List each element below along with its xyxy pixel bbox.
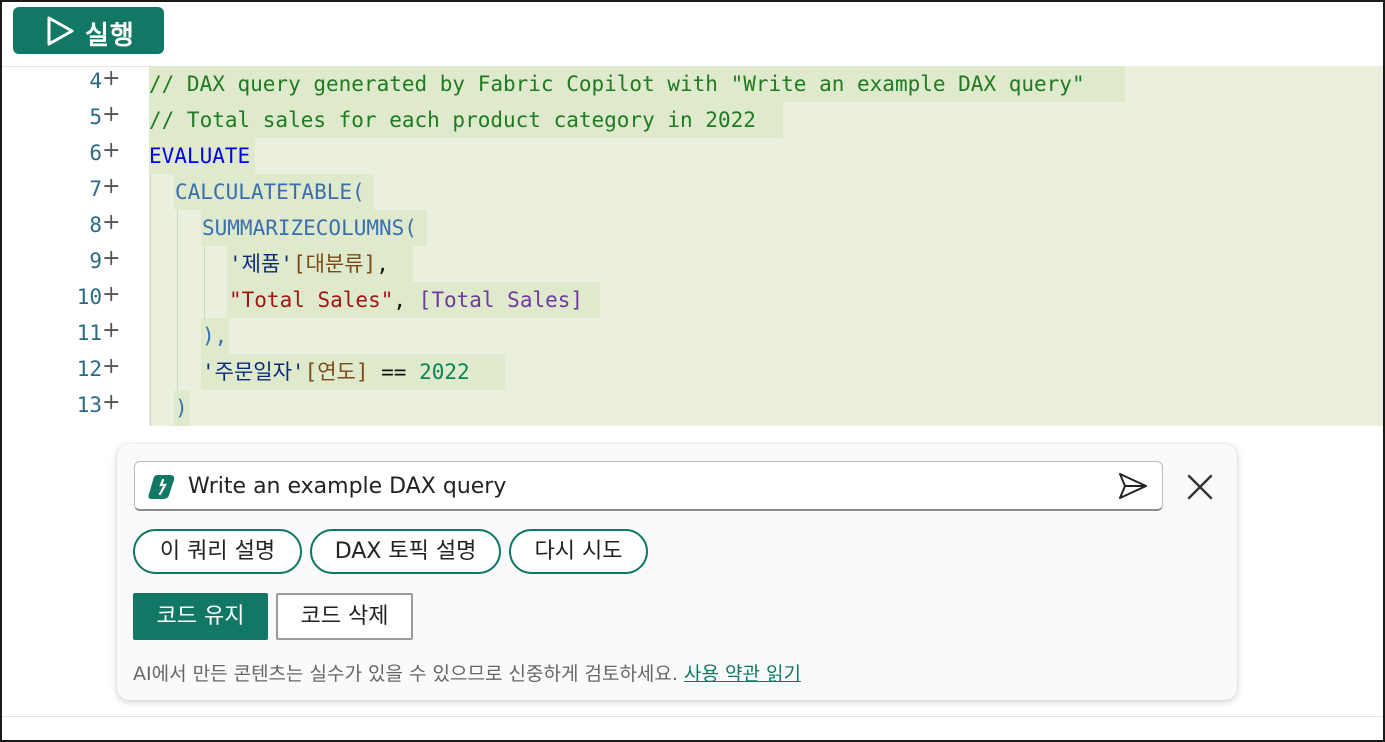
copilot-panel: Write an example DAX query 이 쿼리 설명 DAX 토… <box>117 444 1237 700</box>
chip-explain-dax-topic[interactable]: DAX 토픽 설명 <box>310 529 501 574</box>
code-paren: ) <box>175 396 188 420</box>
line-number: 8 <box>89 213 102 237</box>
code-line: 10 + "Total Sales", [Total Sales] <box>2 282 1383 318</box>
line-number: 11 <box>76 321 102 345</box>
plus-icon: + <box>102 246 121 271</box>
line-number: 9 <box>89 249 102 273</box>
plus-icon: + <box>102 354 121 379</box>
plus-icon: + <box>102 102 121 127</box>
line-number: 12 <box>76 357 102 381</box>
copilot-icon <box>148 475 175 499</box>
code-number: 2022 <box>419 360 470 384</box>
code-line: 9 + '제품'[대분류], <box>2 246 1383 282</box>
line-number: 7 <box>89 177 102 201</box>
plus-icon: + <box>102 210 121 235</box>
line-number: 5 <box>89 105 102 129</box>
close-icon[interactable] <box>1184 471 1216 503</box>
keep-code-button[interactable]: 코드 유지 <box>133 593 268 640</box>
prompt-text: Write an example DAX query <box>188 474 507 499</box>
line-number: 13 <box>76 393 102 417</box>
code-line: 6 + EVALUATE <box>2 138 1383 174</box>
line-number: 6 <box>89 141 102 165</box>
code-line: 4 + // DAX query generated by Fabric Cop… <box>2 66 1383 102</box>
indent-guide <box>150 174 151 426</box>
plus-icon: + <box>102 318 121 343</box>
plus-icon: + <box>102 66 121 91</box>
code-editor[interactable]: 4 + // DAX query generated by Fabric Cop… <box>2 66 1383 426</box>
terms-link[interactable]: 사용 약관 읽기 <box>684 663 801 685</box>
chip-explain-query[interactable]: 이 쿼리 설명 <box>133 529 302 574</box>
ai-disclaimer: AI에서 만든 콘텐츠는 실수가 있을 수 있으므로 신중하게 검토하세요. 사… <box>133 659 801 686</box>
code-comment: // DAX query generated by Fabric Copilot… <box>149 72 1085 96</box>
chip-retry[interactable]: 다시 시도 <box>509 529 648 574</box>
code-paren: ), <box>202 324 228 348</box>
code-line: 13 + ) <box>2 390 1383 426</box>
indent-guide <box>204 246 205 318</box>
code-comment: // Total sales for each product category… <box>149 108 756 132</box>
play-icon <box>47 16 74 46</box>
code-measure: [Total Sales] <box>418 288 584 312</box>
run-button[interactable]: 실행 <box>13 7 164 54</box>
plus-icon: + <box>102 390 121 415</box>
indent-guide <box>177 210 178 390</box>
code-keyword: EVALUATE <box>149 144 251 168</box>
line-number: 10 <box>76 285 102 309</box>
code-column-name: [대분류] <box>292 252 377 276</box>
plus-icon: + <box>102 138 121 163</box>
plus-icon: + <box>102 174 121 199</box>
delete-code-button[interactable]: 코드 삭제 <box>276 593 413 640</box>
plus-icon: + <box>102 282 121 307</box>
send-icon[interactable] <box>1118 472 1148 500</box>
code-line: 8 + SUMMARIZECOLUMNS( <box>2 210 1383 246</box>
line-number: 4 <box>89 69 102 93</box>
code-table-name: '주문일자' <box>202 360 305 384</box>
disclaimer-text: AI에서 만든 콘텐츠는 실수가 있을 수 있으므로 신중하게 검토하세요. <box>133 663 678 685</box>
code-column-name: [연도] <box>304 360 369 384</box>
code-line: 12 + '주문일자'[연도] == 2022 <box>2 354 1383 390</box>
code-function: SUMMARIZECOLUMNS( <box>202 216 417 240</box>
run-button-label: 실행 <box>85 21 135 51</box>
code-string: "Total Sales" <box>229 288 394 312</box>
prompt-input[interactable]: Write an example DAX query <box>134 461 1163 511</box>
code-function: CALCULATETABLE( <box>175 180 365 204</box>
code-line: 7 + CALCULATETABLE( <box>2 174 1383 210</box>
editor-bottom-divider <box>2 716 1383 717</box>
code-table-name: '제품' <box>229 252 293 276</box>
code-line: 11 + ), <box>2 318 1383 354</box>
code-operator: == <box>368 360 420 384</box>
code-line: 5 + // Total sales for each product cate… <box>2 102 1383 138</box>
